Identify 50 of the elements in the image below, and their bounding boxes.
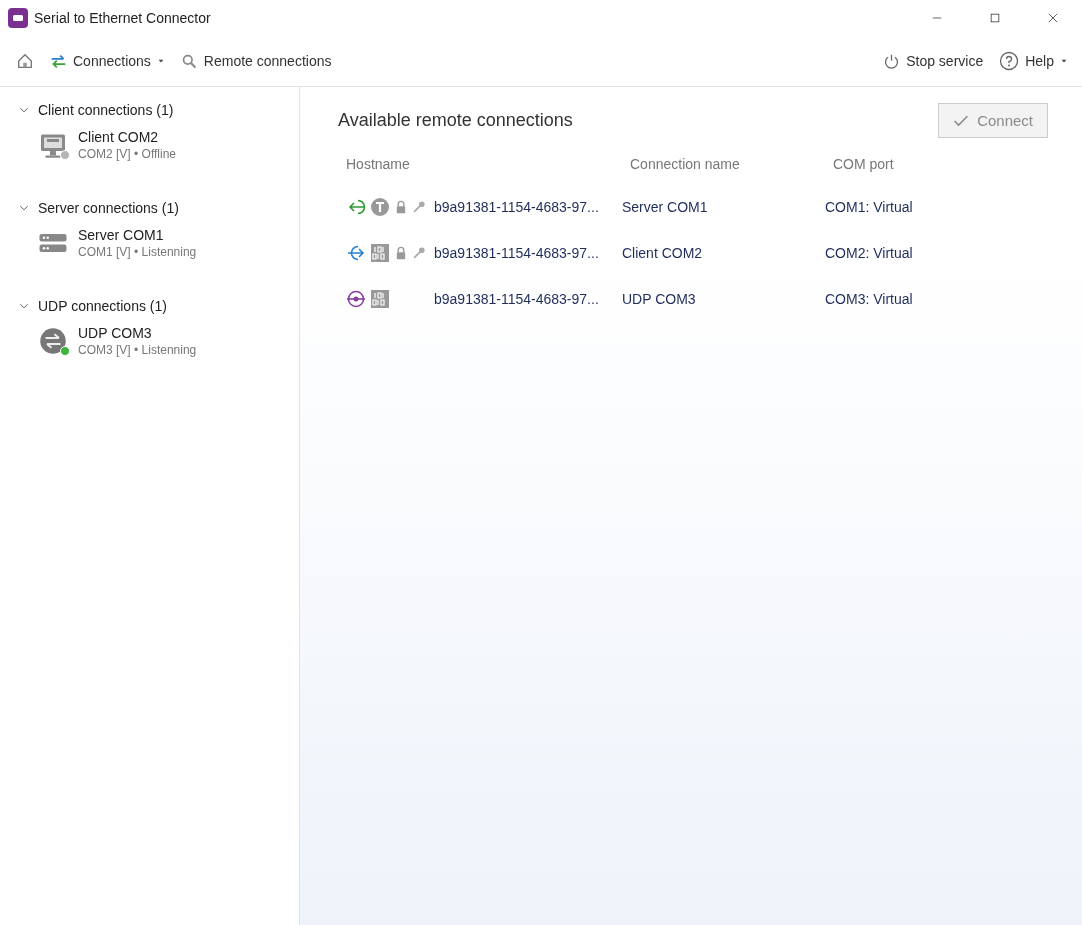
caret-icon — [156, 57, 165, 65]
group-header[interactable]: UDP connections (1) — [0, 295, 185, 317]
port-cell-text: COM1: Virtual — [825, 199, 914, 215]
toolbar-button[interactable]: Connections — [48, 50, 167, 72]
sidebar-item[interactable]: UDP COM3 COM3 [V] • Listenning — [0, 317, 299, 365]
port-cell-text: COM3: Virtual — [825, 291, 914, 307]
item-name: Server COM1 — [78, 227, 165, 243]
lock-icon — [394, 200, 408, 214]
item-detail: COM3 [V] • Listenning — [78, 343, 197, 357]
hostname-cell-text: b9a91381-1154-4683-97... — [434, 199, 600, 215]
telnet-icon — [370, 197, 390, 217]
toolbar-button[interactable]: Stop service — [881, 50, 986, 72]
search-icon — [180, 52, 198, 70]
key-icon — [412, 200, 426, 214]
group-header[interactable]: Client connections (1) — [0, 99, 192, 121]
item-name: UDP COM3 — [78, 325, 153, 341]
window-title: Serial to Ethernet Connector — [34, 10, 212, 26]
section-title: Available remote connections — [338, 110, 573, 131]
app-icon — [8, 8, 28, 28]
column-header: COM port — [832, 156, 895, 172]
close-icon[interactable] — [1046, 11, 1060, 25]
sidebar-item[interactable]: Server COM1 COM1 [V] • Listenning — [0, 219, 299, 267]
maximize-icon[interactable] — [988, 11, 1002, 25]
binary-icon — [370, 243, 390, 263]
power-icon — [883, 52, 901, 70]
udp-icon — [346, 289, 366, 309]
group-header[interactable]: Server connections (1) — [0, 197, 197, 219]
hostname-cell-text: b9a91381-1154-4683-97... — [434, 291, 600, 307]
name-cell-text: UDP COM3 — [622, 291, 697, 307]
column-header: Connection name — [629, 156, 741, 172]
lock-icon — [394, 246, 408, 260]
outgoing-icon — [346, 243, 366, 263]
column-header: Hostname — [345, 156, 411, 172]
hostname-cell-text: b9a91381-1154-4683-97... — [434, 245, 600, 261]
help-icon — [999, 51, 1020, 71]
globe-icon — [38, 326, 68, 356]
port-cell-text: COM2: Virtual — [825, 245, 914, 261]
name-cell-text: Server COM1 — [622, 199, 709, 215]
sidebar-item[interactable]: Client COM2 COM2 [V] • Offline — [0, 121, 299, 169]
binary-icon — [370, 289, 390, 309]
incoming-icon — [346, 197, 366, 217]
item-detail: COM1 [V] • Listenning — [78, 245, 197, 259]
arrows-icon — [50, 52, 67, 70]
item-name: Client COM2 — [78, 129, 160, 145]
item-detail: COM2 [V] • Offline — [78, 147, 176, 161]
toolbar-button[interactable]: Remote connections — [178, 50, 334, 72]
name-cell-text: Client COM2 — [622, 245, 704, 261]
caret-icon — [1060, 57, 1068, 65]
key-icon — [412, 246, 426, 260]
toolbar-button[interactable]: Help — [997, 49, 1070, 73]
